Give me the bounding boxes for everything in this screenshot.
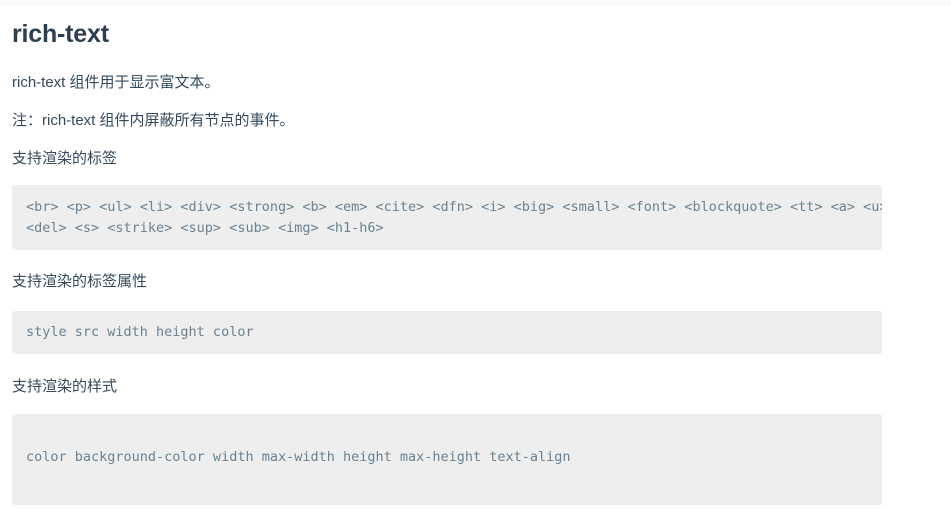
documentation-page: rich-text rich-text 组件用于显示富文本。 注：rich-te… bbox=[0, 0, 951, 505]
code-block-supported-styles[interactable]: color background-color width max-width h… bbox=[12, 414, 882, 505]
code-block-supported-tag-attributes[interactable]: style src width height color bbox=[12, 311, 882, 354]
code-line: <del> <s> <strike> <sup> <sub> <img> <h1… bbox=[26, 220, 384, 236]
intro-paragraph: rich-text 组件用于显示富文本。 bbox=[12, 74, 220, 91]
code-block-supported-tags[interactable]: <br> <p> <ul> <li> <div> <strong> <b> <e… bbox=[12, 185, 882, 250]
page-title: rich-text bbox=[12, 20, 109, 48]
code-line: <br> <p> <ul> <li> <div> <strong> <b> <e… bbox=[26, 199, 882, 215]
note-paragraph: 注：rich-text 组件内屏蔽所有节点的事件。 bbox=[12, 112, 295, 129]
section-label-supported-tags: 支持渲染的标签 bbox=[12, 150, 118, 167]
code-line: color background-color width max-width h… bbox=[26, 449, 571, 465]
code-line: style src width height color bbox=[26, 324, 254, 340]
section-label-supported-tag-attributes: 支持渲染的标签属性 bbox=[12, 273, 148, 290]
section-label-supported-styles: 支持渲染的样式 bbox=[12, 378, 118, 395]
code-line-blank bbox=[26, 426, 868, 447]
